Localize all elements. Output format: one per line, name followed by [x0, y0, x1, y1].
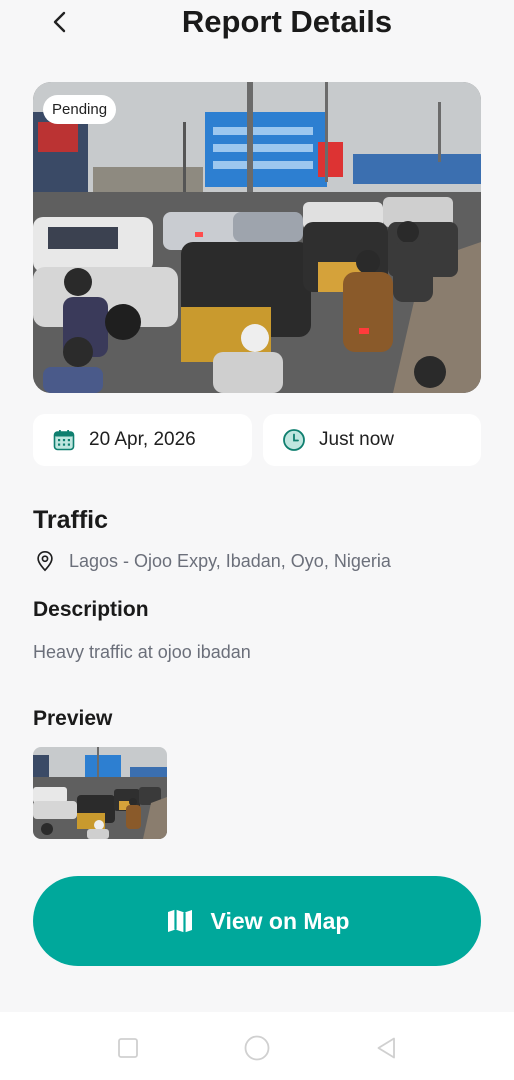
traffic-thumbnail-illustration	[33, 747, 167, 839]
report-photo: Pending	[33, 82, 481, 393]
top-bar: Report Details	[0, 0, 514, 50]
recent-apps-button[interactable]	[114, 1034, 142, 1062]
location-pin-icon	[33, 549, 57, 573]
preview-thumbnail[interactable]	[33, 747, 167, 839]
time-chip: Just now	[263, 414, 481, 466]
description-text: Heavy traffic at ojoo ibadan	[33, 642, 251, 662]
preview-heading: Preview	[33, 707, 113, 730]
report-date: 20 Apr, 2026	[89, 429, 196, 450]
report-category: Traffic	[33, 506, 109, 534]
triangle-back-icon	[377, 1037, 395, 1059]
description-heading: Description	[33, 598, 149, 621]
view-on-map-button[interactable]: View on Map	[33, 876, 481, 966]
view-on-map-label: View on Map	[210, 907, 350, 934]
square-icon	[118, 1038, 138, 1058]
system-back-button[interactable]	[372, 1034, 400, 1062]
clock-icon	[281, 427, 307, 453]
report-time: Just now	[319, 429, 394, 450]
map-icon	[165, 906, 195, 936]
page-title: Report Details	[181, 4, 393, 39]
report-location: Lagos - Ojoo Expy, Ibadan, Oyo, Nigeria	[69, 550, 391, 571]
home-button[interactable]	[243, 1034, 271, 1062]
system-navigation-bar	[0, 1012, 514, 1080]
traffic-photo-illustration	[33, 82, 481, 393]
report-details-screen: Report Details Pending 20 Apr, 2026 Just…	[0, 0, 514, 1080]
circle-icon	[244, 1035, 270, 1061]
location-row: Lagos - Ojoo Expy, Ibadan, Oyo, Nigeria	[33, 549, 391, 573]
date-chip: 20 Apr, 2026	[33, 414, 252, 466]
status-badge: Pending	[43, 95, 117, 124]
calendar-icon	[51, 427, 77, 453]
